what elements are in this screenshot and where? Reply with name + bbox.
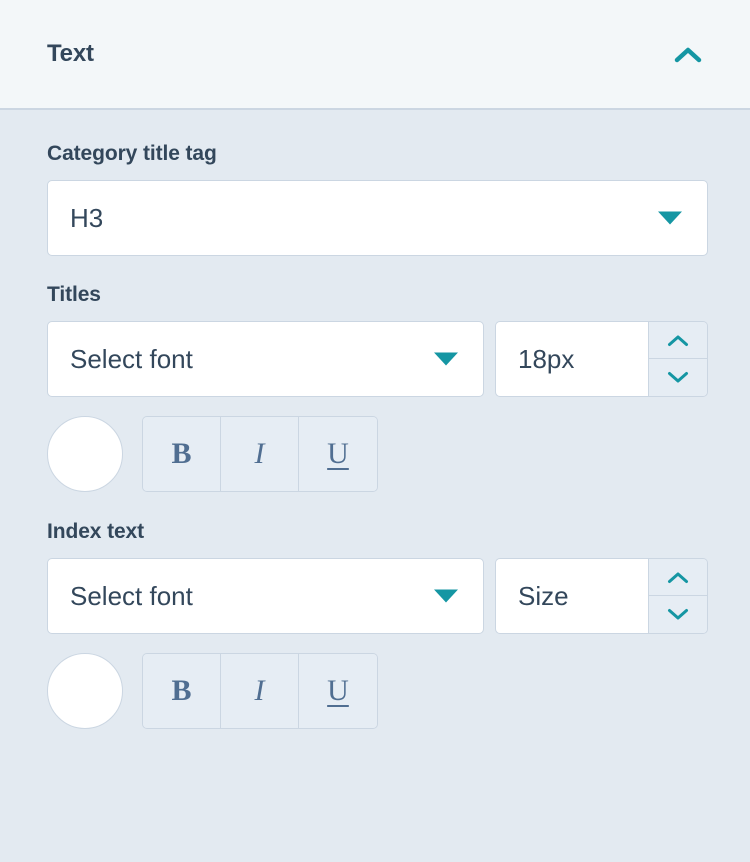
titles-color-swatch[interactable] (47, 416, 123, 492)
collapse-section-button[interactable] (666, 32, 710, 76)
titles-size-stepper (648, 321, 708, 397)
caret-down-icon (657, 211, 683, 226)
index-text-color-swatch[interactable] (47, 653, 123, 729)
index-text-label: Index text (47, 520, 145, 543)
index-text-size-increment-button[interactable] (649, 559, 707, 596)
field-titles: Titles Select font 18px B I U (47, 284, 750, 492)
chevron-up-icon (674, 46, 702, 63)
titles-font-value: Select font (70, 344, 193, 374)
titles-size-decrement-button[interactable] (649, 359, 707, 396)
panel-header[interactable]: Text (0, 0, 750, 110)
chevron-up-icon (667, 334, 689, 347)
chevron-down-icon (667, 608, 689, 621)
index-text-size-input[interactable] (495, 558, 648, 634)
titles-format-group: B I U (142, 416, 378, 492)
category-title-tag-value: H3 (70, 203, 104, 233)
field-category-title-tag: Category title tag H3 (47, 143, 750, 256)
index-text-italic-button[interactable]: I (221, 654, 299, 728)
titles-size-field (495, 321, 708, 397)
chevron-up-icon (667, 571, 689, 584)
chevron-down-icon (667, 371, 689, 384)
titles-bold-button[interactable]: B (143, 417, 221, 491)
titles-style-row: B I U (47, 416, 750, 492)
index-text-size-stepper (648, 558, 708, 634)
index-text-style-row: B I U (47, 653, 750, 729)
field-index-text: Index text Select font Size B I U (47, 521, 750, 729)
titles-label: Titles (47, 283, 101, 306)
panel-title: Text (47, 40, 94, 67)
titles-size-input[interactable] (495, 321, 648, 397)
index-text-font-select[interactable]: Select font (47, 558, 484, 634)
category-title-tag-label: Category title tag (47, 142, 217, 165)
titles-underline-button[interactable]: U (299, 417, 377, 491)
caret-down-icon (433, 589, 459, 604)
text-settings-panel: Text Category title tag H3 Titles Select… (0, 0, 750, 862)
index-text-bold-button[interactable]: B (143, 654, 221, 728)
caret-down-icon (433, 352, 459, 367)
index-text-font-row: Select font (47, 558, 750, 634)
titles-italic-button[interactable]: I (221, 417, 299, 491)
index-text-size-field (495, 558, 708, 634)
index-text-font-value: Select font (70, 581, 193, 611)
panel-body: Category title tag H3 Titles Select font (0, 110, 750, 862)
index-text-size-decrement-button[interactable] (649, 596, 707, 633)
titles-size-increment-button[interactable] (649, 322, 707, 359)
titles-font-select[interactable]: Select font (47, 321, 484, 397)
titles-font-row: Select font (47, 321, 750, 397)
index-text-format-group: B I U (142, 653, 378, 729)
category-title-tag-select[interactable]: H3 (47, 180, 708, 256)
index-text-underline-button[interactable]: U (299, 654, 377, 728)
